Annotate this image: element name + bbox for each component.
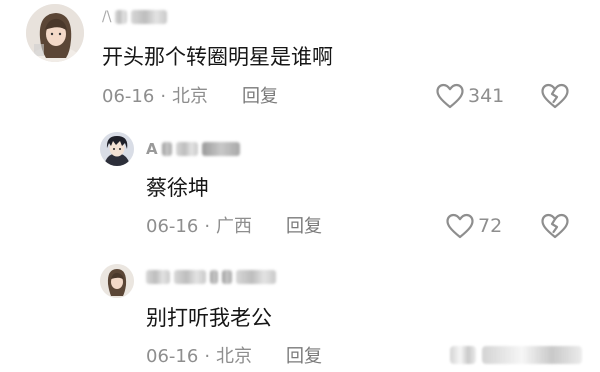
username-blur (175, 142, 198, 156)
comment-location: 北京 (172, 86, 209, 107)
avatar[interactable] (26, 4, 84, 62)
like-count: 341 (468, 85, 505, 107)
heart-outline-icon (446, 213, 474, 239)
comment-location: 广西 (216, 216, 253, 237)
username-blur (210, 270, 218, 284)
comment-date: 06-16 (102, 86, 155, 107)
comment-1: /\ 开头那个转圈明星是谁啊 06-16 · 北京 回复 341 (0, 0, 600, 120)
username-redacted[interactable]: /\ (102, 8, 168, 26)
username-redacted[interactable]: A (146, 140, 240, 158)
reply-button[interactable]: 回复 (286, 215, 322, 239)
username-blur (174, 270, 206, 284)
separator-dot: · (204, 346, 211, 367)
watermark-logo (450, 346, 476, 364)
username-blur (222, 270, 232, 284)
comment-meta: 06-16 · 北京 回复 (146, 345, 322, 369)
reply-button[interactable]: 回复 (242, 85, 278, 109)
broken-heart-icon (541, 83, 569, 109)
dislike-button[interactable] (541, 213, 569, 243)
username-visible-fragment: /\ (102, 9, 112, 25)
reply-button[interactable]: 回复 (286, 345, 322, 369)
watermark-text (482, 346, 582, 364)
username-blur (131, 10, 168, 24)
username-blur (161, 142, 172, 156)
comment-text: 别打听我老公 (146, 306, 272, 330)
like-count: 72 (478, 215, 503, 237)
like-button[interactable]: 341 (436, 83, 504, 109)
comment-date: 06-16 (146, 216, 199, 237)
dislike-button[interactable] (541, 83, 569, 113)
separator-dot: · (160, 86, 167, 107)
avatar[interactable] (100, 132, 134, 166)
user-avatar-anime-boy-icon (100, 132, 134, 166)
comment-meta: 06-16 · 北京 回复 (102, 85, 278, 109)
user-avatar-girl-icon (100, 264, 134, 298)
separator-dot: · (204, 216, 211, 237)
avatar[interactable] (100, 264, 134, 298)
user-avatar-girl-icon (26, 4, 84, 62)
comment-date: 06-16 (146, 346, 199, 367)
comment-meta: 06-16 · 广西 回复 (146, 215, 322, 239)
comment-thread: /\ 开头那个转圈明星是谁啊 06-16 · 北京 回复 341 A 蔡徐坤 0… (0, 0, 600, 372)
username-blur (236, 270, 276, 284)
broken-heart-icon (541, 213, 569, 239)
username-visible-fragment: A (146, 140, 158, 158)
like-button[interactable]: 72 (446, 213, 502, 239)
username-blur (201, 142, 240, 156)
watermark (450, 344, 590, 366)
heart-outline-icon (436, 83, 464, 109)
username-blur (115, 10, 128, 24)
comment-text: 蔡徐坤 (146, 176, 209, 200)
comment-text: 开头那个转圈明星是谁啊 (102, 45, 333, 69)
username-redacted[interactable] (146, 268, 276, 286)
username-blur (146, 270, 170, 284)
comment-2: A 蔡徐坤 06-16 · 广西 回复 72 (0, 120, 600, 250)
comment-location: 北京 (216, 346, 253, 367)
